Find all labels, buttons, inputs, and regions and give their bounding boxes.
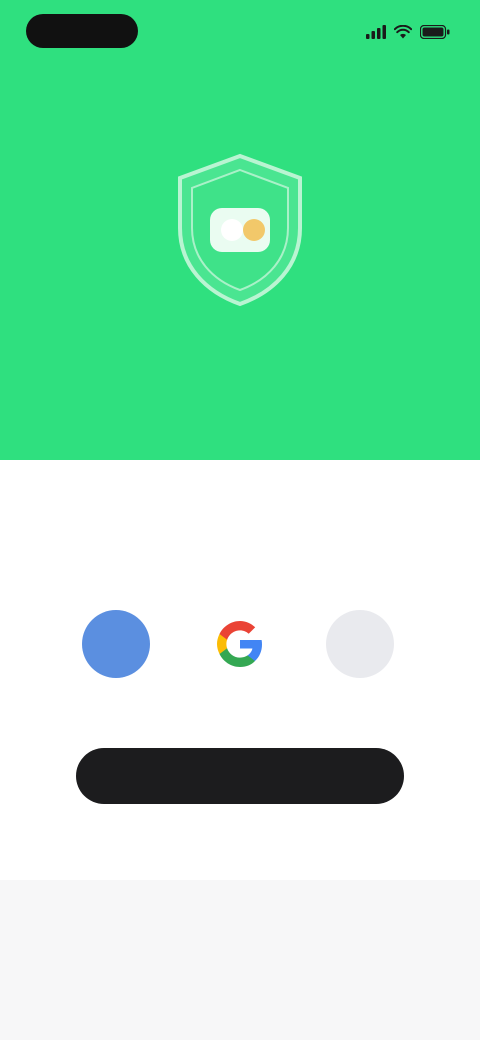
provider-row (0, 610, 480, 690)
status-bar (0, 0, 480, 64)
status-time-pill (26, 14, 138, 48)
hero-banner (0, 0, 480, 460)
status-icons (366, 22, 450, 42)
battery-icon (420, 25, 450, 39)
app-screen (0, 0, 480, 1040)
google-icon (217, 621, 262, 667)
footer-band (0, 880, 480, 1040)
signal-icon (366, 25, 386, 39)
provider-button-google[interactable] (206, 610, 274, 678)
shield-emblem (168, 150, 312, 310)
primary-continue-button[interactable] (76, 748, 404, 804)
provider-button-1[interactable] (82, 610, 150, 678)
wifi-icon (394, 25, 412, 39)
shield-icon (178, 153, 302, 307)
provider-button-3[interactable] (326, 610, 394, 678)
